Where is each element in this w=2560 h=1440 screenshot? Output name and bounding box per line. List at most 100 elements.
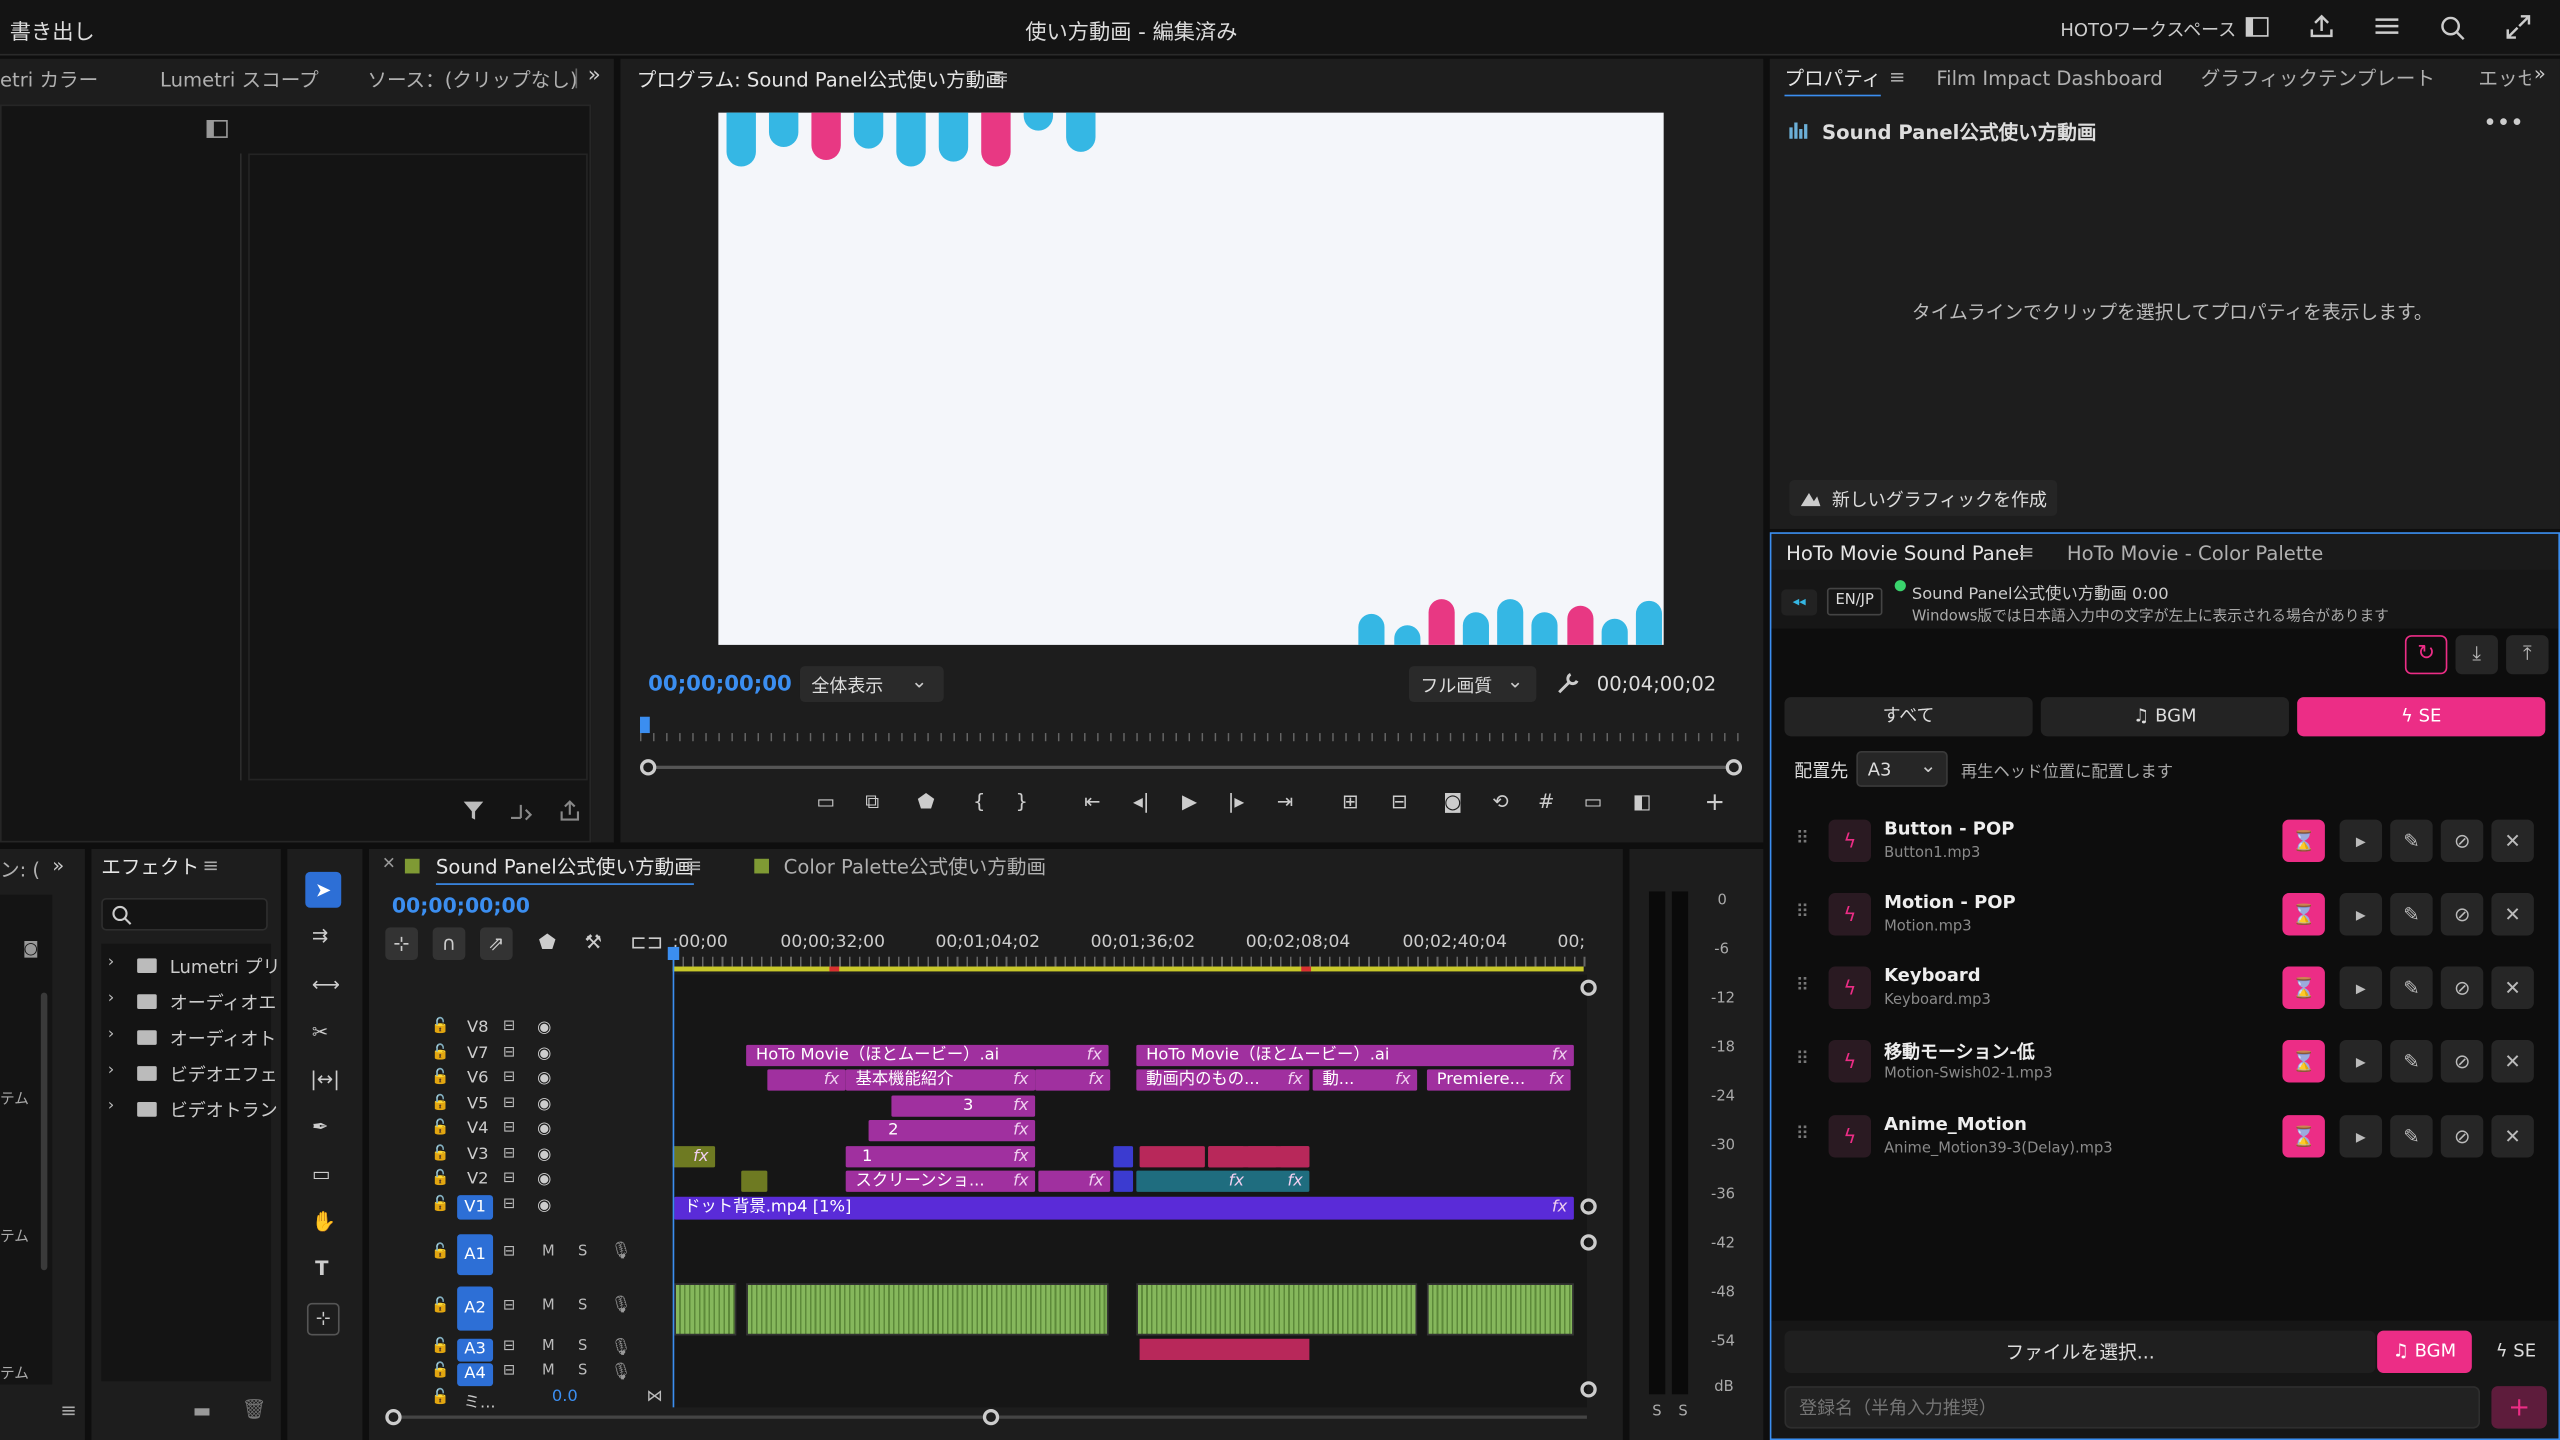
mute-button[interactable]: M	[542, 1298, 555, 1314]
search-icon[interactable]	[2439, 15, 2465, 41]
tab-film-impact[interactable]: Film Impact Dashboard	[1936, 60, 2162, 96]
lock-icon[interactable]: 🔓	[431, 1045, 449, 1061]
lock-icon[interactable]: 🔓	[431, 1069, 449, 1085]
sound-item[interactable]: ⠿ ϟ 移動モーション-低 Motion-Swish02-1.mp3 ⌛ ▸ ✎…	[1786, 1029, 2547, 1094]
lift-icon[interactable]: ⊞	[1342, 790, 1358, 813]
tab-lumetri-color[interactable]: etri カラー	[0, 62, 98, 98]
playhead-timecode[interactable]: 00;00;00;00	[648, 673, 792, 697]
program-playhead[interactable]	[639, 716, 650, 734]
mute-button[interactable]: M	[542, 1244, 555, 1260]
export-button[interactable]: ⤒	[2506, 635, 2549, 675]
solo-button[interactable]: S	[578, 1363, 587, 1379]
trash-icon[interactable]: 🗑	[242, 1398, 267, 1421]
playhead-handle[interactable]	[667, 946, 680, 960]
menu-icon[interactable]: ≡	[2018, 540, 2034, 563]
sound-item[interactable]: ⠿ ϟ Button - POP Button1.mp3 ⌛ ▸ ✎ ⊘ ✕	[1786, 808, 2547, 873]
eye-icon[interactable]: ◉	[537, 1146, 551, 1164]
program-scrollbar[interactable]	[646, 765, 1738, 769]
mute-button[interactable]: M	[542, 1339, 555, 1355]
go-to-out-icon[interactable]: ⇥	[1277, 790, 1293, 813]
sync-icon[interactable]: ⊟	[503, 1363, 515, 1379]
effects-folder[interactable]: › オーディオエ	[108, 989, 277, 1015]
tab-sequence-sound-panel[interactable]: Sound Panel公式使い方動画	[435, 849, 694, 885]
tab-sound-panel[interactable]: HoTo Movie Sound Panel	[1786, 536, 2025, 572]
project-scrollbar[interactable]	[40, 992, 48, 1271]
video-clip[interactable]: 2 fx	[868, 1119, 1036, 1142]
video-clip[interactable]: fx	[1035, 1069, 1111, 1091]
slip-tool-icon[interactable]: |↔|	[310, 1068, 340, 1091]
se-type-button[interactable]: ϟ SE	[2480, 1331, 2552, 1373]
zoom-handle-left[interactable]	[385, 1408, 402, 1426]
audio-clip[interactable]	[674, 1283, 737, 1336]
video-clip[interactable]: fx	[1038, 1170, 1111, 1192]
timeline-ruler[interactable]: ;00;00 00;00;32;00 00;01;04;02 00;01;36;…	[672, 927, 1587, 973]
sync-icon[interactable]: ⊟	[503, 1197, 515, 1213]
add-marker-icon[interactable]: ⬟	[539, 931, 556, 954]
edit-button[interactable]: ✎	[2390, 1039, 2433, 1083]
mark-out-icon[interactable]: }	[1016, 790, 1028, 813]
video-clip[interactable]: 3 fx	[891, 1095, 1036, 1117]
link-button[interactable]: ⊘	[2440, 893, 2484, 936]
selection-tool-icon[interactable]: ➤	[305, 871, 342, 908]
add-button-icon[interactable]: +	[1704, 787, 1725, 816]
track-name[interactable]: V6	[467, 1069, 489, 1087]
more-options-icon[interactable]: •••	[2483, 111, 2523, 137]
drag-handle-icon[interactable]: ⠿	[1796, 901, 1809, 922]
tab-source[interactable]: ソース：(クリップなし)	[367, 62, 577, 98]
type-tool-icon[interactable]: T	[315, 1257, 328, 1280]
play-button[interactable]: ▸	[2339, 819, 2383, 863]
video-clip[interactable]	[1247, 1146, 1277, 1168]
captions-icon[interactable]: ⊏⊐	[630, 931, 663, 954]
go-to-in-icon[interactable]: ⇤	[1084, 790, 1100, 813]
audio-clip[interactable]	[1139, 1338, 1310, 1360]
lock-icon[interactable]: 🔓	[431, 1298, 449, 1314]
solo-right-button[interactable]: S	[1678, 1404, 1687, 1420]
extract-icon[interactable]: ⊟	[1391, 790, 1407, 813]
track-name[interactable]: V8	[467, 1019, 489, 1037]
lock-icon[interactable]: 🔓	[431, 1171, 449, 1187]
delete-button[interactable]: ✕	[2491, 966, 2534, 1009]
register-name-input[interactable]	[1784, 1386, 2480, 1429]
mic-icon[interactable]: 🎙	[611, 1242, 632, 1260]
video-clip[interactable]	[1113, 1146, 1134, 1168]
grid-icon[interactable]: #	[1538, 790, 1554, 813]
razor-tool-icon[interactable]: ✂	[312, 1020, 328, 1043]
track-name[interactable]: V2	[467, 1171, 489, 1189]
video-clip[interactable]	[1208, 1146, 1245, 1168]
menu-icon[interactable]: ≡	[686, 854, 702, 877]
export-tab[interactable]: 書き出し	[10, 15, 95, 45]
pen-tool-icon[interactable]: ✒	[312, 1115, 328, 1138]
work-area-bar[interactable]	[672, 966, 1584, 972]
file-select-button[interactable]: ファイルを選択...	[1784, 1330, 2376, 1374]
program-ruler[interactable]	[639, 718, 1744, 742]
zoom-dropdown[interactable]: 全体表示 ⌄	[799, 666, 944, 703]
vertical-scroll-handle[interactable]	[1580, 1234, 1597, 1251]
video-clip[interactable]: スクリーンショ... fx	[845, 1170, 1036, 1192]
panel-toggle-icon[interactable]	[206, 119, 229, 139]
safe-margin-icon[interactable]: ▭	[816, 790, 835, 813]
edit-button[interactable]: ✎	[2390, 1115, 2433, 1158]
overflow-icon[interactable]: »	[52, 854, 64, 877]
master-toggle-icon[interactable]: ⋈	[647, 1388, 663, 1406]
drag-handle-icon[interactable]: ⠿	[1796, 1048, 1809, 1069]
video-clip[interactable]	[1139, 1146, 1205, 1168]
sync-icon[interactable]: ⊟	[503, 1171, 515, 1187]
overlay-icon[interactable]: ◧	[1633, 790, 1652, 813]
tab-effect-controls[interactable]: エッセ	[2478, 60, 2530, 96]
delete-button[interactable]: ✕	[2491, 819, 2534, 863]
menu-icon[interactable]: ≡	[202, 854, 218, 877]
scroll-handle-right[interactable]	[1725, 759, 1743, 776]
delete-button[interactable]: ✕	[2491, 1039, 2534, 1083]
place-button[interactable]: ⌛	[2282, 819, 2325, 863]
drag-handle-icon[interactable]: ⠿	[1796, 975, 1809, 996]
vertical-scroll-handle[interactable]	[1580, 1381, 1597, 1398]
track-select-tool-icon[interactable]: ⇉	[312, 924, 328, 947]
close-icon[interactable]: ✕	[382, 856, 396, 874]
place-button[interactable]: ⌛	[2282, 966, 2325, 1009]
mic-icon[interactable]: 🎙	[611, 1296, 632, 1314]
menu-icon[interactable]: ≡	[60, 1399, 76, 1422]
tab-properties[interactable]: プロパティ	[1784, 60, 1882, 97]
mic-icon[interactable]: 🎙	[611, 1339, 632, 1357]
eye-icon[interactable]: ◉	[537, 1171, 551, 1189]
sound-item[interactable]: ⠿ ϟ Motion - POP Motion.mp3 ⌛ ▸ ✎ ⊘ ✕	[1786, 882, 2547, 947]
